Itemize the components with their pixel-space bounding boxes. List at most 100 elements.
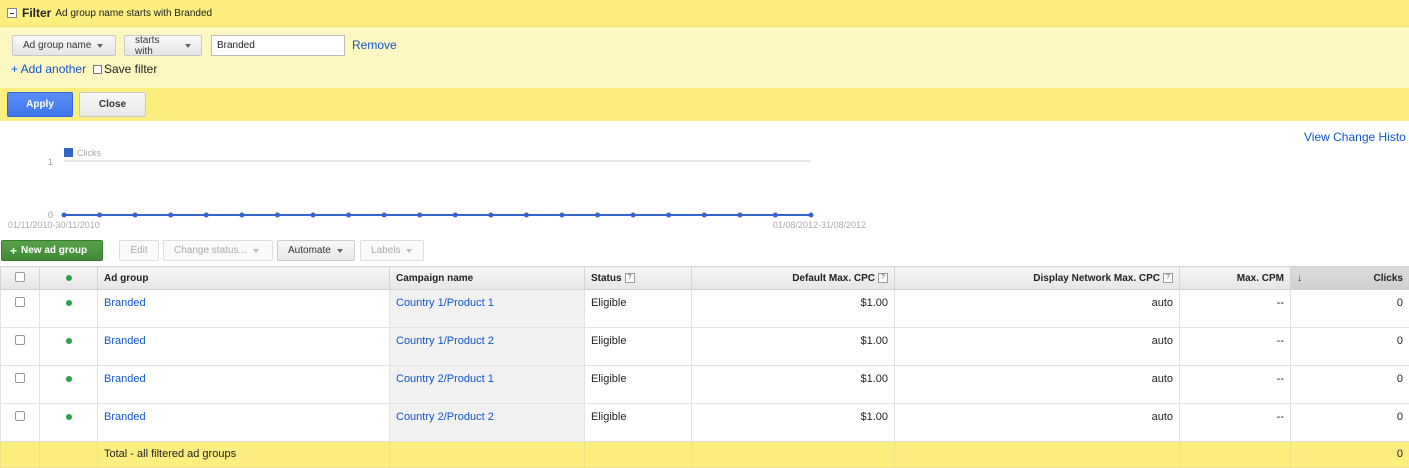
cell-campaign: Country 1/Product 1: [389, 289, 585, 328]
view-change-history-link[interactable]: View Change Histo: [1304, 130, 1406, 144]
ad-group-link[interactable]: Branded: [104, 411, 146, 423]
y-tick-label: 1: [48, 157, 53, 167]
labels-button[interactable]: Labels: [360, 240, 424, 261]
total-empty-cell: [39, 441, 98, 468]
data-point: [452, 212, 458, 218]
data-point: [381, 212, 387, 218]
cell-default-cpc[interactable]: $1.00: [691, 289, 895, 328]
data-point: [346, 212, 352, 218]
status-dot-icon: [65, 414, 72, 420]
chart-svg: 1 0 Clicks 01/11/2010-30/11/2010 01/08/2012-…: [8, 148, 866, 230]
cell-default-cpc[interactable]: $1.00: [691, 403, 895, 442]
cell-display-cpc[interactable]: auto: [894, 327, 1180, 366]
filter-header: Filter Ad group name starts with Branded: [0, 0, 1409, 27]
header-display-cpc[interactable]: Display Network Max. CPC?: [894, 266, 1180, 290]
total-empty-cell: [894, 441, 1180, 468]
cell-campaign: Country 1/Product 2: [389, 327, 585, 366]
filter-actions: Apply Close: [0, 88, 1409, 121]
cell-status: Eligible: [584, 289, 692, 328]
header-default-cpc[interactable]: Default Max. CPC?: [691, 266, 895, 290]
collapse-filter-icon[interactable]: [7, 8, 17, 18]
total-row: Total - all filtered ad groups 0: [0, 441, 1409, 468]
checkbox-icon[interactable]: [15, 411, 25, 421]
data-point: [523, 212, 529, 218]
header-clicks[interactable]: ↓ Clicks: [1290, 266, 1409, 290]
close-button[interactable]: Close: [79, 92, 146, 117]
campaign-link[interactable]: Country 1/Product 2: [396, 335, 494, 347]
cell-ad-group: Branded: [97, 403, 390, 442]
cell-default-cpc[interactable]: $1.00: [691, 365, 895, 404]
filter-field-label: Ad group name: [23, 40, 92, 51]
labels-label: Labels: [371, 245, 401, 256]
checkbox-icon[interactable]: [93, 64, 102, 74]
row-checkbox-cell[interactable]: [0, 365, 40, 404]
help-icon[interactable]: ?: [624, 272, 635, 283]
filter-description: Ad group name starts with Branded: [55, 7, 213, 19]
select-all-checkbox-cell[interactable]: [0, 266, 40, 290]
plus-icon: +: [10, 243, 18, 258]
cell-display-cpc[interactable]: auto: [894, 365, 1180, 404]
data-point: [417, 212, 423, 218]
row-status-cell: [39, 403, 98, 442]
header-display-cpc-label: Display Network Max. CPC: [1033, 272, 1160, 284]
cell-status: Eligible: [584, 403, 692, 442]
y-tick-label: 0: [48, 210, 53, 220]
save-filter-checkbox[interactable]: Save filter: [93, 62, 157, 76]
edit-button[interactable]: Edit: [119, 240, 159, 261]
remove-filter-link[interactable]: Remove: [352, 38, 397, 52]
data-point: [310, 212, 316, 218]
filter-operator-dropdown[interactable]: starts with: [124, 34, 202, 57]
data-point: [168, 212, 174, 218]
checkbox-icon[interactable]: [15, 335, 25, 345]
x-start-label: 01/11/2010-30/11/2010: [8, 220, 100, 230]
new-ad-group-button[interactable]: + New ad group: [1, 240, 103, 261]
cell-display-cpc[interactable]: auto: [894, 403, 1180, 442]
x-end-label: 01/08/2012-31/08/2012: [773, 220, 866, 230]
cell-display-cpc[interactable]: auto: [894, 289, 1180, 328]
data-point: [132, 212, 138, 218]
cell-ad-group: Branded: [97, 289, 390, 328]
data-point: [559, 212, 565, 218]
campaign-link[interactable]: Country 2/Product 1: [396, 373, 494, 385]
header-max-cpm[interactable]: Max. CPM: [1179, 266, 1291, 290]
ad-group-link[interactable]: Branded: [104, 297, 146, 309]
checkbox-icon[interactable]: [15, 373, 25, 383]
ad-group-link[interactable]: Branded: [104, 335, 146, 347]
row-checkbox-cell[interactable]: [0, 327, 40, 366]
filter-field-dropdown[interactable]: Ad group name: [12, 35, 116, 56]
header-status[interactable]: Status?: [584, 266, 692, 290]
data-point: [488, 212, 494, 218]
header-campaign[interactable]: Campaign name: [389, 266, 585, 290]
change-status-button[interactable]: Change status...: [163, 240, 273, 261]
checkbox-icon[interactable]: [15, 271, 25, 282]
campaign-link[interactable]: Country 2/Product 2: [396, 411, 494, 423]
add-another-filter-link[interactable]: + Add another: [11, 62, 86, 76]
header-ad-group[interactable]: Ad group: [97, 266, 390, 290]
data-point: [274, 212, 280, 218]
cell-clicks: 0: [1290, 365, 1409, 404]
row-checkbox-cell[interactable]: [0, 289, 40, 328]
filter-operator-label: starts with: [135, 34, 160, 57]
cell-max-cpm: --: [1179, 327, 1291, 366]
table-row: Branded Country 2/Product 2 Eligible $1.00 a…: [0, 403, 1409, 442]
ad-group-link[interactable]: Branded: [104, 373, 146, 385]
cell-campaign: Country 2/Product 1: [389, 365, 585, 404]
cell-status: Eligible: [584, 327, 692, 366]
cell-default-cpc[interactable]: $1.00: [691, 327, 895, 366]
filter-title: Filter: [22, 6, 52, 20]
status-dot-icon: [65, 338, 72, 344]
checkbox-icon[interactable]: [15, 297, 25, 307]
data-point: [239, 212, 245, 218]
automate-button[interactable]: Automate: [277, 240, 355, 261]
help-icon[interactable]: ?: [1163, 272, 1173, 283]
header-default-cpc-label: Default Max. CPC: [792, 272, 875, 284]
chevron-down-icon: [252, 248, 259, 253]
new-ad-group-label: New ad group: [21, 245, 88, 256]
apply-button[interactable]: Apply: [7, 92, 73, 117]
campaign-link[interactable]: Country 1/Product 1: [396, 297, 494, 309]
row-checkbox-cell[interactable]: [0, 403, 40, 442]
filter-value-input[interactable]: [211, 35, 345, 56]
change-status-label: Change status...: [174, 245, 247, 256]
data-point: [97, 212, 103, 218]
help-icon[interactable]: ?: [878, 272, 888, 283]
